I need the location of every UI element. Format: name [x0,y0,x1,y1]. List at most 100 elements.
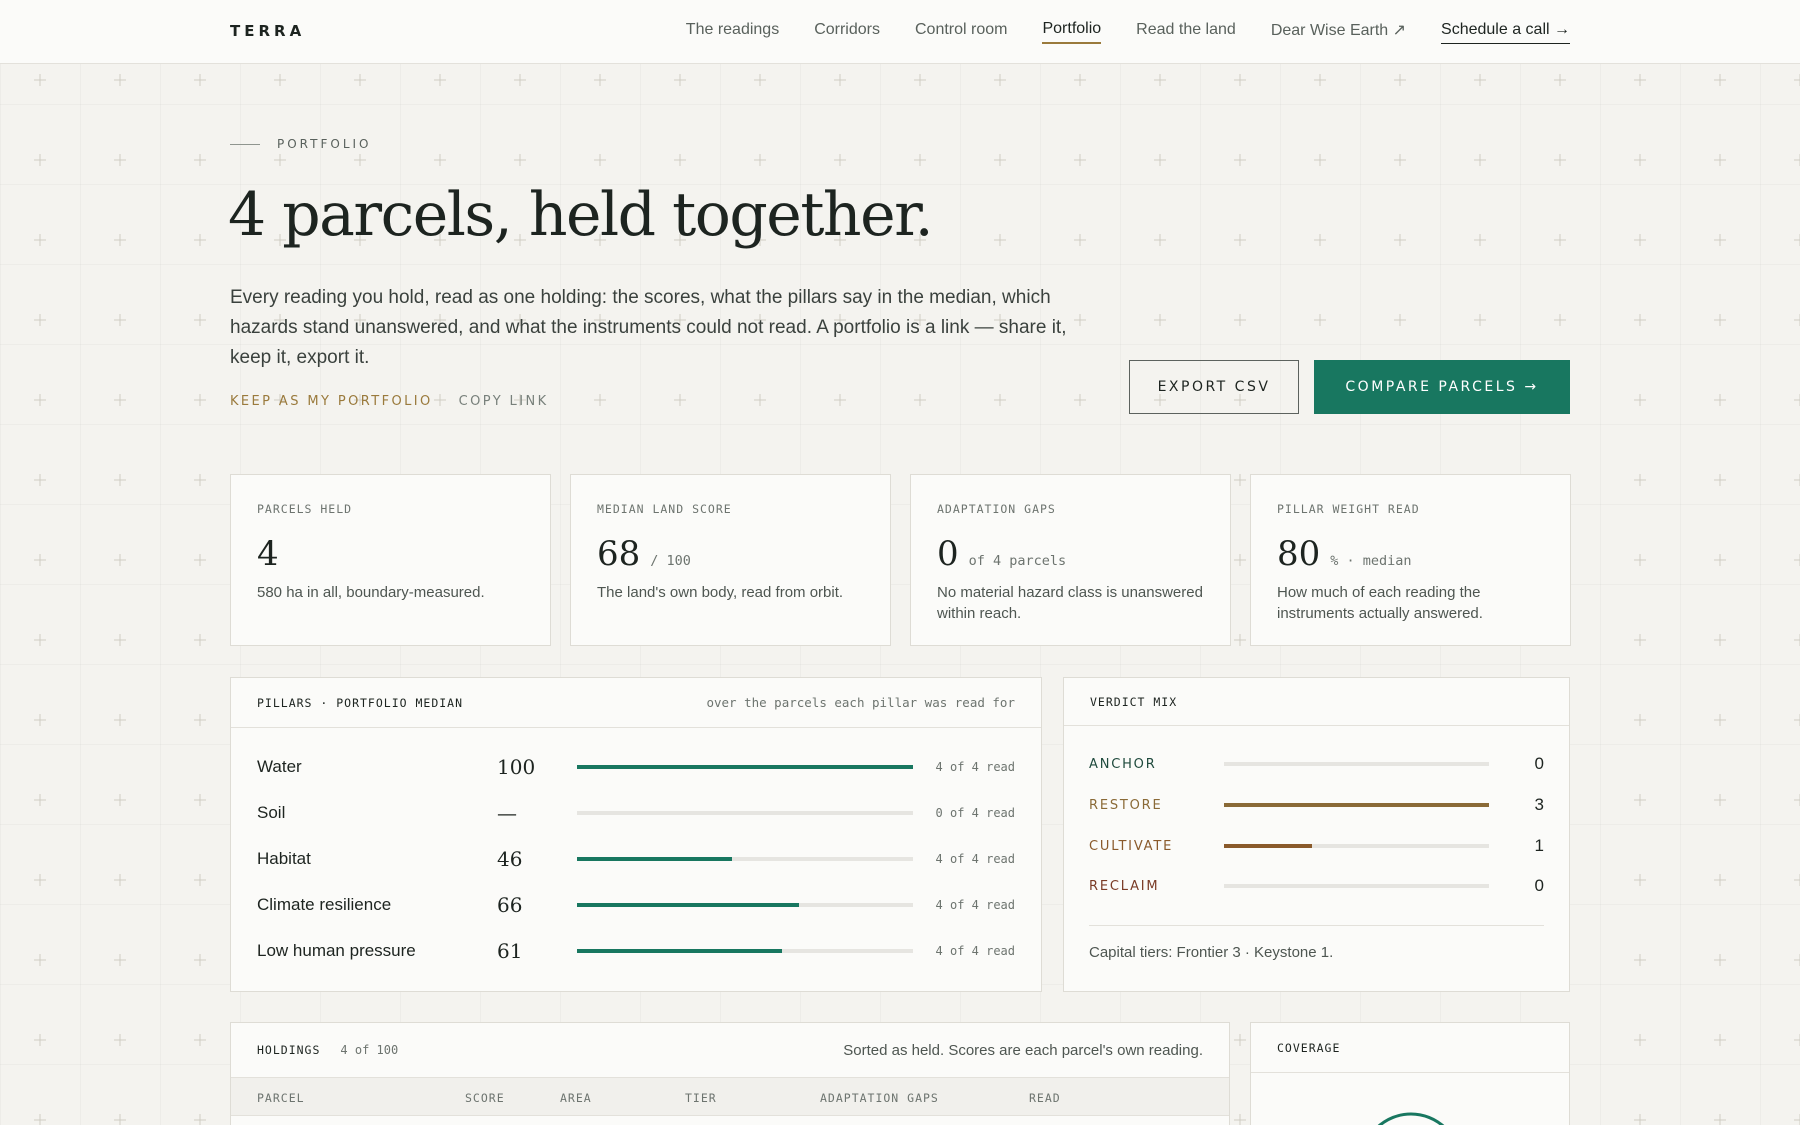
verdict-fill [1224,844,1313,848]
panel-title: VERDICT MIX [1090,694,1178,709]
page-lede: Every reading you hold, read as one hold… [230,287,1067,368]
eyebrow-rule [230,143,260,145]
stat-card-median-score: MEDIAN LAND SCORE 68 / 100 The land's ow… [570,474,891,646]
pillar-fill [577,903,799,907]
nav-item-portfolio[interactable]: Portfolio [1042,20,1102,44]
pillar-score: — [497,801,517,825]
section-eyebrow: PORTFOLIO [230,137,372,151]
pillar-name: Soil [257,803,286,822]
pillar-read: 4 of 4 read [935,852,1015,866]
pillar-track [577,903,913,907]
stat-description: How much of each reading the instruments… [1277,584,1483,622]
panel-header: PILLARS · PORTFOLIO MEDIAN over the parc… [231,678,1041,728]
main-nav: The readings Corridors Control room Port… [686,0,1570,64]
column-header-parcel[interactable]: PARCEL [257,1091,305,1105]
keep-portfolio-link[interactable]: KEEP AS MY PORTFOLIO [230,394,433,409]
stat-label: ADAPTATION GAPS [937,502,1056,516]
copy-link-button[interactable]: COPY LINK [459,394,549,409]
coverage-ring-arc [1377,1112,1445,1125]
coverage-panel: COVERAGE [1250,1022,1570,1125]
column-header-read[interactable]: READ [1029,1091,1061,1105]
pillar-name: Habitat [257,849,311,868]
panel-header: HOLDINGS 4 of 100 Sorted as held. Scores… [231,1023,1229,1078]
pillar-row-soil: Soil — 0 of 4 read [257,801,1015,825]
verdict-count: 3 [1534,795,1544,814]
verdict-name: RECLAIM [1089,878,1160,894]
column-header-area[interactable]: AREA [560,1091,592,1105]
verdict-mix-panel: VERDICT MIX ANCHOR 0 RESTORE 3 CULTIVATE… [1063,677,1570,992]
verdict-name: RESTORE [1089,797,1163,813]
stat-label: MEDIAN LAND SCORE [597,502,732,516]
stat-description: No material hazard class is unanswered w… [937,584,1203,622]
stat-description: 580 ha in all, boundary-measured. [257,584,485,601]
nav-item-dear-wise-earth[interactable]: Dear Wise Earth ↗ [1271,20,1406,45]
verdict-row-anchor: ANCHOR 0 [1089,754,1544,774]
holdings-sort-note: Sorted as held. Scores are each parcel's… [843,1041,1203,1059]
stat-description: The land's own body, read from orbit. [597,584,844,601]
panel-note: over the parcels each pillar was read fo… [706,695,1015,710]
verdict-count: 0 [1534,876,1544,895]
panel-title: COVERAGE [1277,1040,1341,1055]
pillar-name: Water [257,757,302,776]
stat-value: 80 [1277,534,1321,574]
pillar-name: Climate resilience [257,895,392,914]
pillars-panel: PILLARS · PORTFOLIO MEDIAN over the parc… [230,677,1042,992]
nav-item-corridors[interactable]: Corridors [814,21,880,44]
pillar-track [577,811,913,815]
brand-logo[interactable]: TERRA [230,22,305,40]
pillar-read: 4 of 4 read [935,944,1015,958]
stat-unit: % · median [1330,553,1412,569]
pillar-read: 4 of 4 read [935,760,1015,774]
verdict-count: 0 [1534,754,1544,773]
verdict-track [1224,844,1489,848]
verdict-count: 1 [1534,836,1544,855]
panel-header: VERDICT MIX [1064,678,1569,726]
pillar-score: 100 [497,755,536,779]
page-title: 4 parcels, held together. [228,180,934,250]
nav-item-read-the-land[interactable]: Read the land [1136,21,1236,44]
pillar-score: 61 [497,939,523,963]
schedule-call-link[interactable]: Schedule a call → [1441,21,1570,44]
nav-item-readings[interactable]: The readings [686,21,779,44]
coverage-ring [1377,1112,1445,1125]
holdings-count: 4 of 100 [340,1043,399,1057]
column-header-adaptation-gaps[interactable]: ADAPTATION GAPS [820,1091,939,1105]
pillar-row-habitat: Habitat 46 4 of 4 read [257,847,1015,871]
verdict-row-reclaim: RECLAIM 0 [1089,876,1544,896]
verdict-track [1224,803,1489,807]
pillar-name: Low human pressure [257,941,416,960]
pillar-fill [577,857,732,861]
eyebrow-label: PORTFOLIO [277,137,372,151]
verdict-name: CULTIVATE [1089,838,1174,854]
stat-card-parcels: PARCELS HELD 4 580 ha in all, boundary-m… [230,474,551,646]
pillar-track [577,949,913,953]
pillar-score: 46 [497,847,523,871]
compare-parcels-button[interactable]: COMPARE PARCELS → [1314,360,1570,414]
verdict-row-restore: RESTORE 3 [1089,795,1544,815]
export-csv-button[interactable]: EXPORT CSV [1129,360,1299,414]
pillar-track [577,857,913,861]
nav-item-control-room[interactable]: Control room [915,21,1007,44]
verdict-name: ANCHOR [1089,756,1157,772]
column-header-tier[interactable]: TIER [685,1091,717,1105]
holdings-panel: HOLDINGS 4 of 100 Sorted as held. Scores… [230,1022,1230,1125]
stat-label: PARCELS HELD [257,502,353,516]
stat-card-adaptation-gaps: ADAPTATION GAPS 0 of 4 parcels No materi… [910,474,1231,646]
pillar-fill [577,765,913,769]
verdict-row-cultivate: CULTIVATE 1 [1089,836,1544,856]
pillar-read: 0 of 4 read [935,806,1015,820]
pillar-row-water: Water 100 4 of 4 read [257,755,1015,779]
stat-label: PILLAR WEIGHT READ [1277,502,1420,516]
stat-value: 68 [597,534,641,574]
capital-tiers-note: Capital tiers: Frontier 3 · Keystone 1. [1089,944,1334,961]
pillar-track [577,765,913,769]
stat-unit: / 100 [650,553,691,569]
column-header-score[interactable]: SCORE [465,1091,505,1105]
pillar-fill [577,949,782,953]
stat-value: 4 [257,534,279,574]
pillar-read: 4 of 4 read [935,898,1015,912]
stat-unit: of 4 parcels [968,553,1067,569]
verdict-fill [1224,803,1489,807]
panel-title: HOLDINGS [257,1043,321,1057]
holdings-table-header: PARCEL SCORE AREA TIER ADAPTATION GAPS R… [231,1078,1229,1116]
